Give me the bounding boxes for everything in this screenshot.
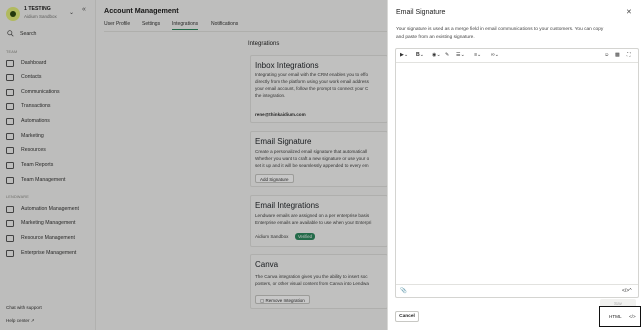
image-icon[interactable]: ▩ [615, 52, 620, 58]
list-icon[interactable]: ☰⌄ [456, 52, 465, 58]
paperclip-icon[interactable]: 📎 [400, 288, 407, 294]
html-label: HTML [609, 314, 622, 319]
editor-toolbar: ▶⌄ B⌄ ◉⌄ ✎ ☰⌄ ≡⌄ ∞⌄ ☺ ▩ ⛶ [396, 49, 638, 63]
emoji-icon[interactable]: ☺ [604, 52, 609, 58]
fullscreen-icon[interactable]: ⛶ [627, 52, 631, 59]
panel-desc-line: and paste from an existing signature. [396, 35, 475, 40]
modal-backdrop[interactable] [0, 0, 387, 330]
editor-footer: 📎 </>^ [396, 284, 638, 298]
bold-icon[interactable]: B⌄ [416, 52, 424, 58]
link-icon[interactable]: ∞⌄ [491, 52, 499, 58]
panel-desc-line: Your signature is used as a merge field … [396, 27, 604, 32]
align-icon[interactable]: ≡⌄ [474, 52, 481, 58]
cancel-button[interactable]: Cancel [395, 311, 419, 322]
email-signature-panel: Email Signature ✕ Your signature is used… [387, 0, 644, 330]
pen-icon[interactable]: ✎ [445, 52, 449, 58]
html-mode-tooltip[interactable]: HTML </> [599, 306, 641, 327]
close-icon[interactable]: ✕ [626, 8, 632, 16]
color-icon[interactable]: ◉⌄ [432, 52, 441, 58]
panel-title: Email Signature [396, 9, 446, 16]
panel-description: Your signature is used as a merge field … [396, 26, 603, 42]
font-size-icon[interactable]: ▶⌄ [400, 52, 408, 58]
source-code-icon[interactable]: </>^ [622, 288, 632, 294]
code-icon: </> [629, 314, 636, 319]
signature-editor[interactable]: ▶⌄ B⌄ ◉⌄ ✎ ☰⌄ ≡⌄ ∞⌄ ☺ ▩ ⛶ 📎 </>^ [395, 48, 639, 298]
